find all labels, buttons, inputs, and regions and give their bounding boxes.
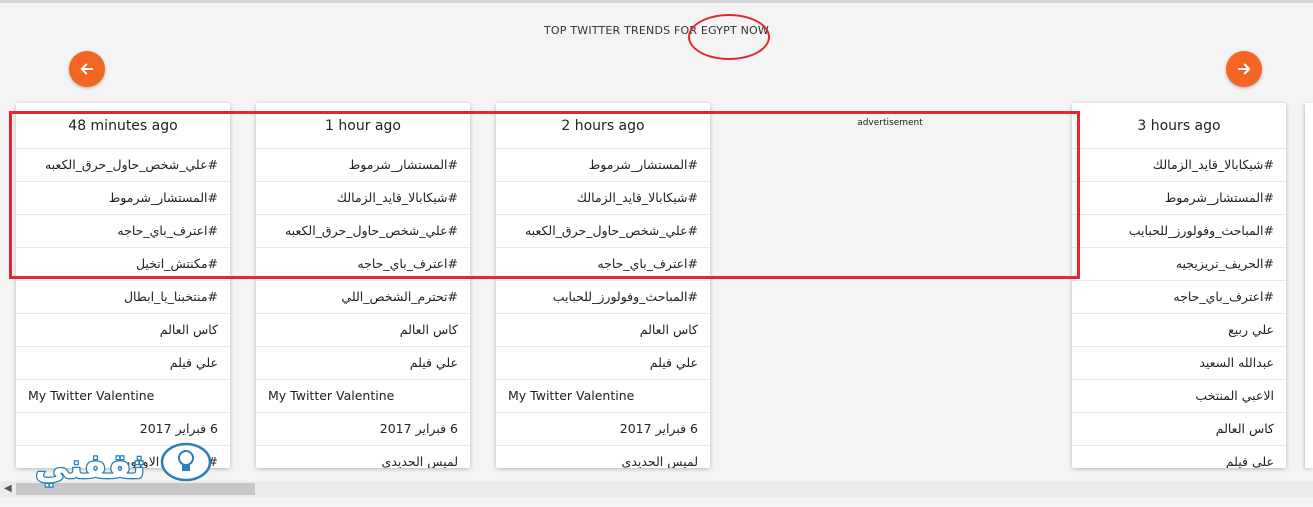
scroll-left-icon[interactable]: ◀ [4, 483, 12, 494]
trend-item[interactable]: 6 فبراير 2017 [256, 413, 470, 446]
trend-item[interactable]: #المباحث_وفولورز_للحبايب [496, 281, 710, 314]
trend-item[interactable]: My Twitter Valentine [16, 380, 230, 413]
trend-item[interactable]: #المستشار_شرموط [16, 182, 230, 215]
arrow-left-icon [80, 63, 94, 75]
trend-item[interactable]: #اعترف_باي_حاجه [496, 248, 710, 281]
trend-item[interactable]: My Twitter Valentine [256, 380, 470, 413]
trend-card-2: 1 hour ago #المستشار_شرموط #شيكابالا_قاي… [256, 103, 470, 468]
trend-item[interactable]: علي فيلم [1072, 446, 1286, 468]
trend-item[interactable]: #المستشار_شرموط [496, 149, 710, 182]
trend-item[interactable]: #المستشار_شرموط [1072, 182, 1286, 215]
logo-text: ثقفني [35, 447, 145, 487]
trend-item[interactable]: علي ربيع [1072, 314, 1286, 347]
highlight-oval [688, 14, 770, 60]
next-card-edge [1305, 103, 1313, 468]
card-time: 48 minutes ago [16, 103, 230, 149]
trend-item[interactable]: كاس العالم [496, 314, 710, 347]
trend-item[interactable]: كاس العالم [1072, 413, 1286, 446]
trend-item[interactable]: #اعترف_باي_حاجه [1072, 281, 1286, 314]
trend-item[interactable]: #تحترم_الشخص_اللي [256, 281, 470, 314]
trend-item[interactable]: #علي_شخص_حاول_حرق_الكعبه [256, 215, 470, 248]
trend-item[interactable]: #اعترف_باي_حاجه [256, 248, 470, 281]
top-border [0, 0, 1313, 3]
lightbulb-icon [160, 442, 212, 482]
trend-item[interactable]: #المباحث_وفولورز_للحبايب [1072, 215, 1286, 248]
card-time: 1 hour ago [256, 103, 470, 149]
trend-item[interactable]: #شيكابالا_قايد_الزمالك [1072, 149, 1286, 182]
trend-item[interactable]: #علي_شخص_حاول_حرق_الكعبه [16, 149, 230, 182]
trend-item[interactable]: #منتخبنا_يا_ابطال [16, 281, 230, 314]
trend-item[interactable]: #مكنتش_اتخيل [16, 248, 230, 281]
advertisement-label: advertisement [857, 118, 923, 128]
trend-item[interactable]: #المستشار_شرموط [256, 149, 470, 182]
trend-card-1: 48 minutes ago #علي_شخص_حاول_حرق_الكعبه … [16, 103, 230, 468]
trend-item[interactable]: #علي_شخص_حاول_حرق_الكعبه [496, 215, 710, 248]
prev-button[interactable] [69, 51, 105, 87]
trend-card-4: 3 hours ago #شيكابالا_قايد_الزمالك #المس… [1072, 103, 1286, 468]
trend-item[interactable]: #شيكابالا_قايد_الزمالك [496, 182, 710, 215]
trend-item[interactable]: علي فيلم [256, 347, 470, 380]
trend-item[interactable]: كاس العالم [256, 314, 470, 347]
trend-item[interactable]: لميس الحديدي [496, 446, 710, 468]
trend-item[interactable]: كاس العالم [16, 314, 230, 347]
trend-item[interactable]: لميس الحديدي [256, 446, 470, 468]
trend-item[interactable]: عبدالله السعيد [1072, 347, 1286, 380]
page-title: TOP TWITTER TRENDS FOR EGYPT NOW [544, 24, 769, 37]
trend-item[interactable]: #شيكابالا_قايد_الزمالك [256, 182, 470, 215]
trend-item[interactable]: الاعبي المنتخب [1072, 380, 1286, 413]
trend-item[interactable]: #اعترف_باي_حاجه [16, 215, 230, 248]
trend-item[interactable]: 6 فبراير 2017 [496, 413, 710, 446]
trend-card-3: 2 hours ago #المستشار_شرموط #شيكابالا_قا… [496, 103, 710, 468]
site-logo: ثقفني [34, 442, 212, 488]
trend-item[interactable]: My Twitter Valentine [496, 380, 710, 413]
trend-item[interactable]: علي فيلم [16, 347, 230, 380]
trend-item[interactable]: #الحريف_تريزيجيه [1072, 248, 1286, 281]
arrow-right-icon [1237, 63, 1251, 75]
card-time: 3 hours ago [1072, 103, 1286, 149]
next-button[interactable] [1226, 51, 1262, 87]
trend-item[interactable]: علي فيلم [496, 347, 710, 380]
card-time: 2 hours ago [496, 103, 710, 149]
